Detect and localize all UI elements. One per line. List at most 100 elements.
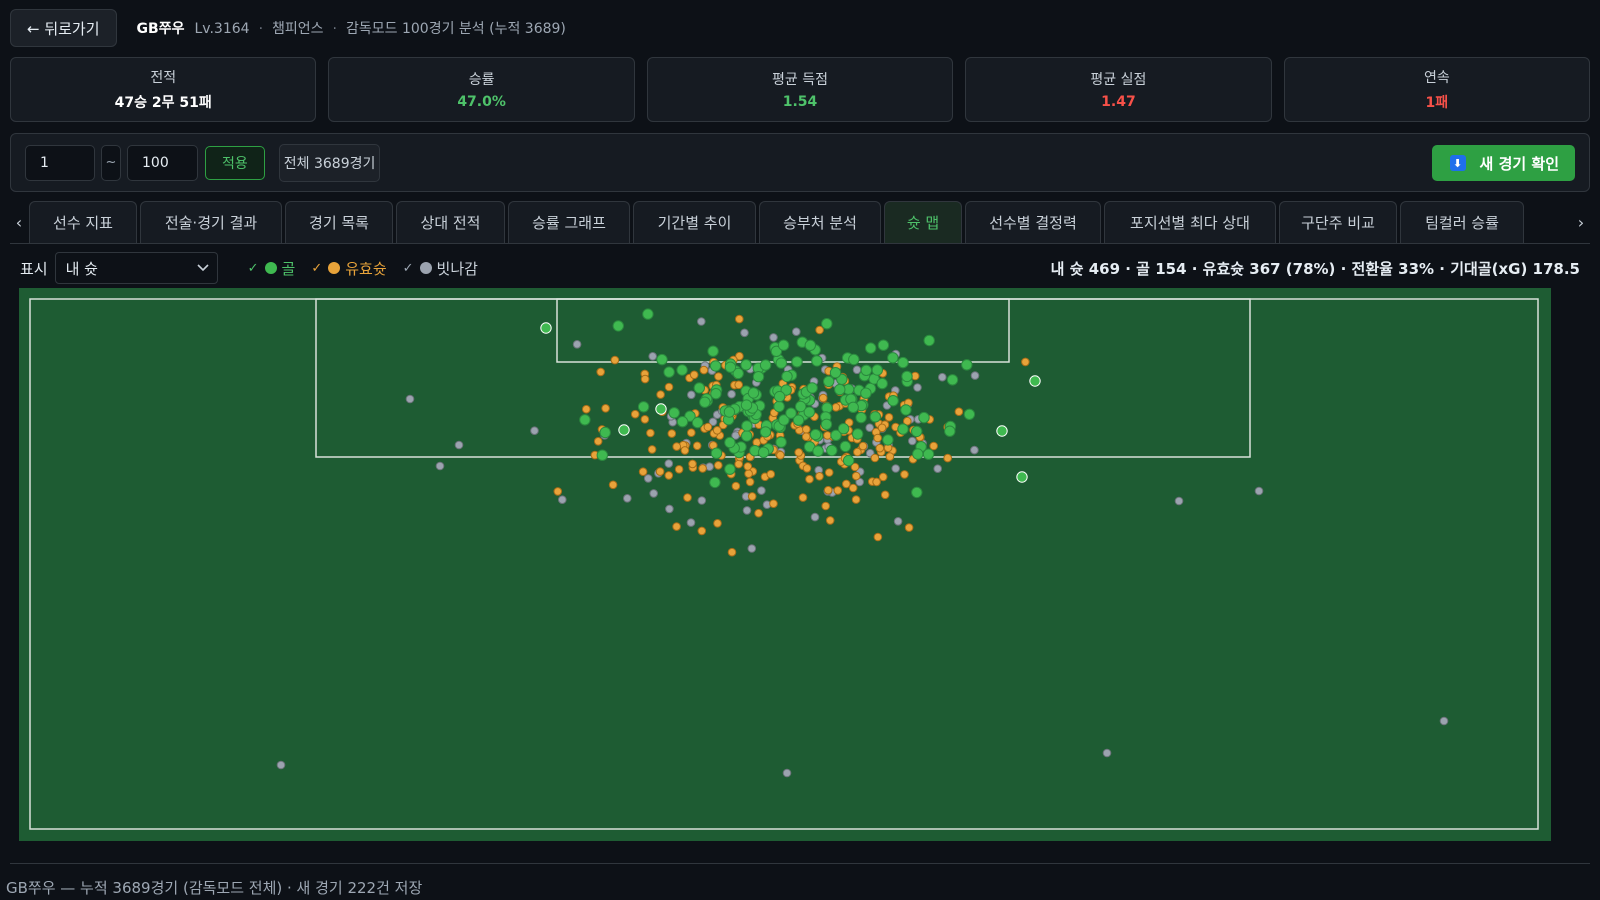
shot-off-target (276, 760, 286, 770)
shot-on-target (823, 431, 832, 440)
shot-on-target (697, 526, 707, 536)
shot-on-target (608, 480, 618, 490)
shot-goal (911, 425, 923, 438)
shot-on-target (664, 471, 674, 480)
shot-goal (944, 425, 956, 437)
shot-goal (900, 404, 912, 416)
tab-10[interactable]: 구단주 비교 (1279, 201, 1397, 243)
new-games-button[interactable]: ⬇ 새 경기 확인 (1431, 145, 1575, 181)
stat-label: 평균 실점 (1090, 72, 1147, 88)
tab-6[interactable]: 승부처 분석 (759, 201, 881, 243)
shot-off-target (558, 495, 567, 504)
apply-button[interactable]: 적용 (205, 145, 265, 180)
shot-on-target (646, 428, 655, 438)
tab-0[interactable]: 선수 지표 (29, 201, 137, 243)
shot-on-target (735, 314, 744, 324)
stats-row: 전적 47승 2무 51패 승률 47.0% 평균 득점 1.54 평균 실점 … (10, 57, 1591, 122)
shot-goal (741, 420, 753, 432)
stat-label: 전적 (150, 70, 177, 86)
stat-value: 47.0% (457, 94, 506, 110)
shot-goal (599, 426, 611, 439)
shot-on-target (929, 441, 939, 451)
shot-filter-select[interactable]: 내 슛 (54, 252, 218, 284)
shot-on-target (638, 467, 648, 476)
shot-goal (860, 364, 872, 377)
range-from-input[interactable] (25, 144, 95, 181)
shot-goal (806, 382, 818, 394)
tab-3[interactable]: 상대 전적 (396, 201, 505, 243)
shot-goal (887, 395, 899, 407)
shot-on-target (853, 447, 862, 457)
shot-off-target (623, 494, 632, 503)
on-target-dot-icon (328, 262, 341, 274)
tab-1[interactable]: 전술·경기 결과 (140, 201, 282, 243)
shot-on-target (655, 467, 665, 476)
shot-off-target (687, 390, 696, 400)
shot-goal (826, 444, 838, 457)
shot-goal (869, 411, 881, 423)
tab-5[interactable]: 기간별 추이 (633, 201, 756, 243)
shot-on-target (743, 462, 753, 471)
shot-on-target (831, 403, 841, 412)
shot-on-target (954, 407, 964, 416)
legend-goal[interactable]: ✓ 골 (248, 258, 296, 279)
shot-goal (871, 364, 883, 376)
chevron-left-icon[interactable]: ‹ (10, 201, 28, 243)
shot-goal (757, 446, 770, 459)
shot-off-target (970, 445, 979, 455)
shot-on-target (766, 469, 776, 479)
tab-8[interactable]: 선수별 결정력 (965, 201, 1101, 243)
tab-2[interactable]: 경기 목록 (285, 201, 393, 243)
shot-goal (809, 428, 822, 441)
legend-off-target[interactable]: ✓ 빗나감 (403, 258, 478, 279)
range-to-input[interactable] (127, 144, 198, 181)
tab-9[interactable]: 포지션별 최다 상대 (1104, 201, 1276, 243)
shot-off-target (454, 440, 464, 450)
shot-on-target (640, 415, 650, 424)
shot-goal (773, 400, 785, 413)
shot-goal (963, 408, 976, 421)
shot-goal (860, 387, 872, 399)
shot-on-target (754, 508, 763, 518)
shot-on-target (821, 501, 831, 511)
shot-summary: 내 슛 469 · 골 154 · 유효슛 367 (78%) · 전환율 33… (1050, 260, 1580, 278)
stat-label: 승률 (468, 72, 495, 88)
shot-on-target (640, 374, 650, 384)
shot-goal (668, 407, 680, 419)
shot-on-target (688, 459, 697, 469)
shot-goal (820, 418, 833, 431)
shot-on-target (744, 469, 753, 478)
chevron-right-icon[interactable]: › (1572, 201, 1590, 243)
legend-on-target-label: 유효슛 (345, 259, 387, 278)
shot-on-target (815, 472, 824, 481)
tab-7[interactable]: 슛 맵 (884, 201, 962, 243)
shot-on-target (872, 477, 881, 487)
shot-highlight (996, 425, 1008, 437)
shot-goal (693, 382, 705, 394)
shot-on-target (798, 493, 808, 502)
shot-off-target (686, 518, 696, 527)
shot-on-target (824, 468, 834, 477)
shot-on-target (672, 442, 682, 451)
legend-on-target[interactable]: ✓ 유효슛 (311, 258, 386, 279)
shot-on-target (731, 481, 741, 491)
shot-on-target (745, 477, 755, 487)
all-games-button[interactable]: 전체 3689경기 (278, 143, 381, 182)
shot-on-target (714, 461, 723, 470)
shot-on-target (851, 495, 861, 504)
shot-goal (710, 388, 722, 400)
tab-4[interactable]: 승률 그래프 (508, 201, 630, 243)
stat-card-avg-conceded: 평균 실점 1.47 (965, 57, 1272, 122)
shot-on-target (647, 445, 657, 454)
shot-on-target (674, 465, 684, 474)
shot-highlight (1016, 471, 1028, 483)
shot-goal (912, 448, 924, 460)
shot-goal (823, 375, 835, 388)
shot-on-target (656, 390, 665, 399)
back-button[interactable]: ← 뒤로가기 (10, 9, 117, 47)
shot-off-target (852, 365, 862, 375)
shot-on-target (802, 425, 811, 434)
tab-11[interactable]: 팀컬러 승률 (1400, 201, 1524, 243)
shot-on-target (900, 470, 909, 479)
shot-goal (946, 374, 959, 386)
